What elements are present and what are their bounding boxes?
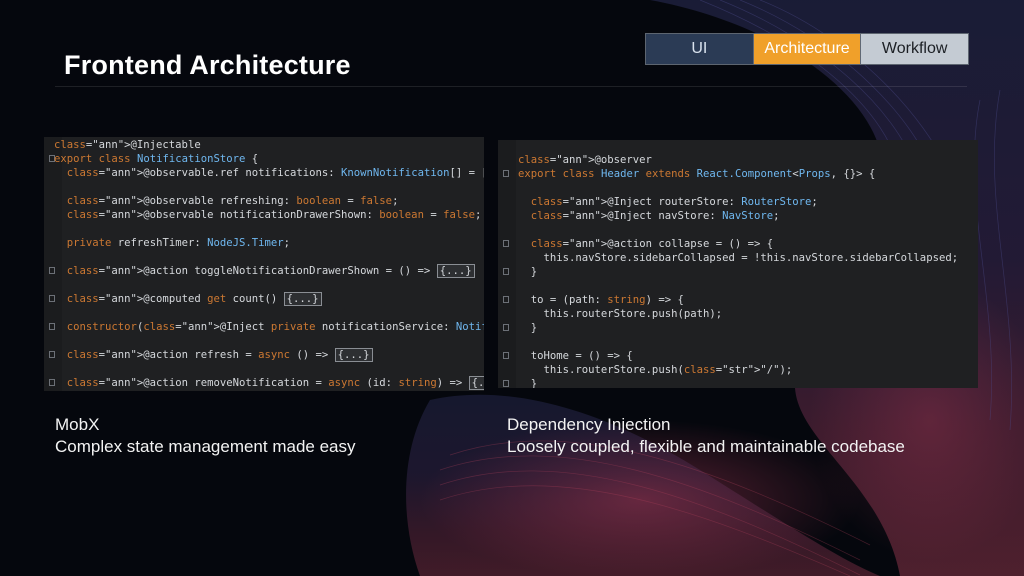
code-text: class="ann">@observable notificationDraw… xyxy=(66,209,482,221)
code-line: class="ann">@action toggleNotificationDr… xyxy=(44,264,484,278)
code-text: } xyxy=(518,322,538,334)
tab-workflow[interactable]: Workflow xyxy=(861,34,969,64)
fold-marker-icon[interactable] xyxy=(503,240,509,247)
code-text: export class Header extends React.Compon… xyxy=(518,168,876,180)
code-text: this.routerStore.push(path); xyxy=(518,308,723,320)
code-line: class="ann">@observable.ref notification… xyxy=(44,166,484,180)
mobx-code-screenshot: class="ann">@Injectable export class Noti… xyxy=(44,137,484,391)
fold-marker-icon[interactable] xyxy=(503,268,509,275)
code-line: class="ann">@observable refreshing: bool… xyxy=(44,194,484,208)
code-line: class="ann">@observable notificationDraw… xyxy=(44,208,484,222)
code-line: class="ann">@action refresh = async () =… xyxy=(44,348,484,362)
section-tabs: UI Architecture Workflow xyxy=(645,33,969,65)
code-text: class="ann">@action removeNotification =… xyxy=(54,376,484,390)
code-line: } xyxy=(498,321,978,335)
fold-marker-icon[interactable] xyxy=(503,380,509,387)
code-line: class="ann">@action removeNotification =… xyxy=(44,376,484,390)
mobx-caption: MobX Complex state management made easy xyxy=(55,414,356,458)
code-text: class="ann">@observable.ref notification… xyxy=(66,167,484,179)
code-line: export class NotificationStore { xyxy=(44,152,484,166)
code-text: this.routerStore.push(class="str">"/"); xyxy=(518,364,793,376)
code-line: class="ann">@action collapse = () => { xyxy=(498,237,978,251)
code-line: this.navStore.sidebarCollapsed = !this.n… xyxy=(498,251,978,265)
code-text: class="ann">@action toggleNotificationDr… xyxy=(54,264,475,278)
code-text: private refreshTimer: NodeJS.Timer; xyxy=(66,237,291,249)
di-caption: Dependency Injection Loosely coupled, fl… xyxy=(507,414,905,458)
mobx-caption-text: Complex state management made easy xyxy=(55,437,356,456)
code-text: class="ann">@Inject navStore: NavStore; xyxy=(530,210,780,222)
tab-ui[interactable]: UI xyxy=(646,34,754,64)
code-line: constructor(class="ann">@Inject private … xyxy=(44,320,484,334)
code-text: class="ann">@computed get count() {...} xyxy=(54,292,322,306)
code-line: toHome = () => { xyxy=(498,349,978,363)
code-line: class="ann">@Inject navStore: NavStore; xyxy=(498,209,978,223)
code-text: toHome = () => { xyxy=(518,350,633,362)
code-line: this.routerStore.push(path); xyxy=(498,307,978,321)
code-text: class="ann">@Inject routerStore: RouterS… xyxy=(530,196,818,208)
code-text: class="ann">@observable refreshing: bool… xyxy=(66,195,399,207)
fold-marker-icon[interactable] xyxy=(503,324,509,331)
code-line: class="ann">@Injectable xyxy=(44,138,484,152)
di-code-screenshot: class="ann">@observer export class Header… xyxy=(498,140,978,388)
code-line: to = (path: string) => { xyxy=(498,293,978,307)
code-line: export class Header extends React.Compon… xyxy=(498,167,978,181)
fold-marker-icon[interactable] xyxy=(503,296,509,303)
code-text: class="ann">@action collapse = () => { xyxy=(530,238,774,250)
code-text: this.navStore.sidebarCollapsed = !this.n… xyxy=(518,252,959,264)
code-line: class="ann">@computed get count() {...} xyxy=(44,292,484,306)
tab-architecture[interactable]: Architecture xyxy=(753,34,862,64)
di-caption-text: Loosely coupled, flexible and maintainab… xyxy=(507,437,905,456)
fold-marker-icon[interactable] xyxy=(503,352,509,359)
mobx-caption-title: MobX xyxy=(55,415,100,434)
code-text: class="ann">@observer xyxy=(518,154,652,166)
di-caption-title: Dependency Injection xyxy=(507,415,671,434)
title-divider xyxy=(55,86,967,87)
code-line: class="ann">@observer xyxy=(498,153,978,167)
code-line: } xyxy=(498,377,978,388)
fold-marker-icon[interactable] xyxy=(503,170,509,177)
code-text: } xyxy=(518,378,538,388)
code-line: class="ann">@Inject routerStore: RouterS… xyxy=(498,195,978,209)
code-text: class="ann">@action refresh = async () =… xyxy=(54,348,373,362)
code-line: private refreshTimer: NodeJS.Timer; xyxy=(44,236,484,250)
code-text: } xyxy=(518,266,538,278)
code-text: export class NotificationStore { xyxy=(54,153,259,165)
code-line: } xyxy=(498,265,978,279)
code-text: class="ann">@Injectable xyxy=(54,139,201,151)
slide-title: Frontend Architecture xyxy=(64,50,351,80)
code-text: to = (path: string) => { xyxy=(518,294,684,306)
code-text: constructor(class="ann">@Inject private … xyxy=(66,321,484,333)
code-line: this.routerStore.push(class="str">"/"); xyxy=(498,363,978,377)
